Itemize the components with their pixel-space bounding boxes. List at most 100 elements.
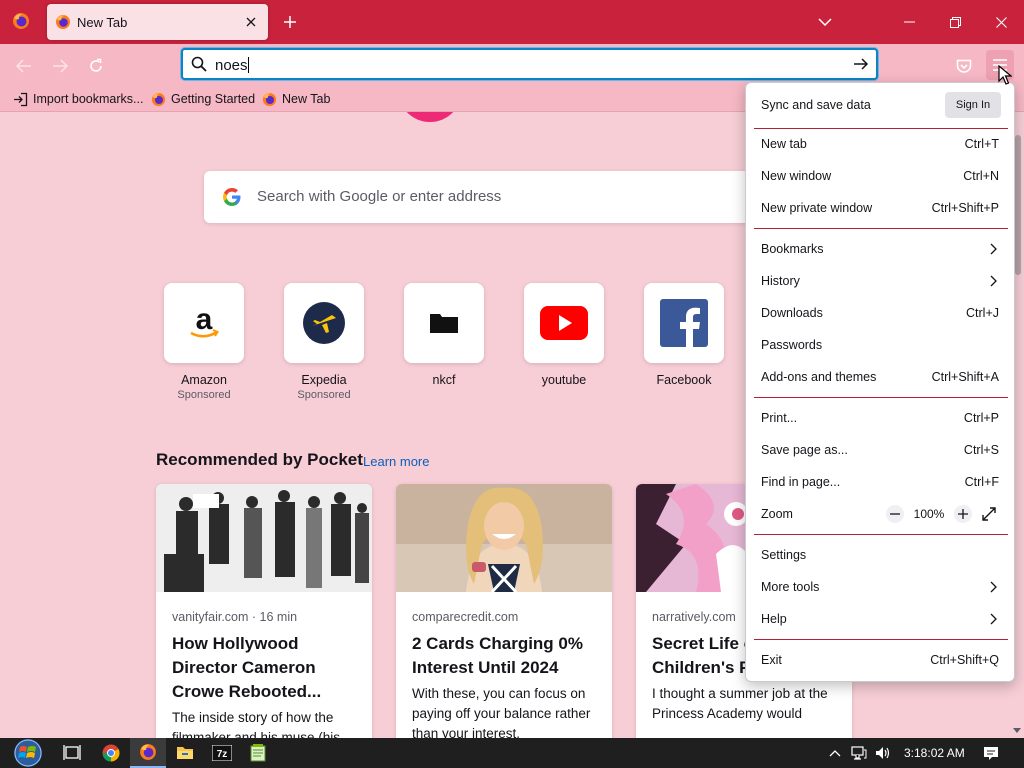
show-hidden-icons-button[interactable]	[827, 745, 843, 761]
pocket-button[interactable]	[952, 54, 976, 78]
menu-item-bookmarks[interactable]: Bookmarks	[746, 233, 1014, 265]
top-site-name: nkcf	[432, 373, 456, 387]
top-site-icon-box: a	[164, 283, 244, 363]
fullscreen-button[interactable]	[979, 504, 999, 524]
arrow-left-icon	[16, 59, 31, 73]
top-site-icon-box	[644, 283, 724, 363]
menu-item-label: Add-ons and themes	[761, 370, 877, 384]
taskbar-clock[interactable]: 3:18:02 AM	[904, 746, 965, 760]
search-placeholder: Search with Google or enter address	[257, 188, 502, 205]
volume-tray-button[interactable]	[875, 745, 891, 761]
forward-button[interactable]	[46, 52, 74, 80]
firefox-icon[interactable]	[12, 12, 30, 30]
pocket-card[interactable]: comparecredit.com 2 Cards Charging 0% In…	[396, 484, 612, 738]
top-site-youtube[interactable]: youtube	[524, 283, 604, 387]
address-bar[interactable]: noes	[181, 48, 878, 80]
top-site-name: Expedia	[301, 373, 347, 387]
article-image	[396, 484, 612, 594]
article-title: 2 Cards Charging 0% Interest Until 2024	[412, 634, 583, 677]
pocket-card[interactable]: vanityfair.com · 16 min How Hollywood Di…	[156, 484, 372, 738]
expedia-icon	[303, 302, 345, 344]
firefox-icon	[56, 15, 70, 29]
menu-item-shortcut: Ctrl+T	[964, 137, 999, 151]
close-window-button[interactable]	[978, 0, 1024, 44]
bookmark-getting-started[interactable]: Getting Started	[151, 90, 255, 108]
tab-new-tab[interactable]: New Tab	[47, 4, 268, 40]
menu-item-history[interactable]: History	[746, 265, 1014, 297]
taskbar-firefox[interactable]	[130, 738, 166, 768]
top-site-icon-box	[404, 283, 484, 363]
top-site-facebook[interactable]: Facebook	[644, 283, 724, 387]
address-input[interactable]: noes	[215, 57, 249, 74]
menu-item-shortcut: Ctrl+J	[966, 306, 999, 320]
menu-item-label: Exit	[761, 653, 782, 667]
newtab-search-box[interactable]: Search with Google or enter address	[204, 171, 764, 223]
menu-item-settings[interactable]: Settings	[746, 539, 1014, 571]
taskbar-chrome[interactable]	[93, 738, 129, 768]
menu-item-print[interactable]: Print... Ctrl+P	[746, 402, 1014, 434]
bookmark-import[interactable]: Import bookmarks...	[13, 90, 143, 108]
zoom-out-button[interactable]	[886, 505, 904, 523]
chevron-up-icon	[829, 749, 841, 756]
svg-text:7z: 7z	[217, 749, 228, 760]
search-icon	[191, 56, 207, 72]
go-arrow-icon[interactable]	[852, 55, 870, 73]
scrollbar-thumb[interactable]	[1015, 135, 1021, 275]
learn-more-link[interactable]: Learn more	[363, 454, 429, 469]
menu-item-passwords[interactable]: Passwords	[746, 329, 1014, 361]
top-site-name: Facebook	[656, 373, 712, 387]
restore-button[interactable]	[932, 0, 978, 44]
menu-item-label: History	[761, 274, 800, 288]
menu-item-help[interactable]: Help	[746, 603, 1014, 635]
article-excerpt: I thought a summer job at the Princess A…	[652, 686, 828, 721]
taskbar-7zip[interactable]: 7z	[204, 738, 240, 768]
menu-item-save-page[interactable]: Save page as... Ctrl+S	[746, 434, 1014, 466]
bookmark-new-tab[interactable]: New Tab	[262, 90, 330, 108]
zoom-level[interactable]: 100%	[904, 507, 954, 521]
windows-taskbar: 7z 3:18:02 AM	[0, 738, 1024, 768]
menu-item-new-window[interactable]: New window Ctrl+N	[746, 160, 1014, 192]
new-tab-button[interactable]	[279, 11, 301, 33]
menu-item-more-tools[interactable]: More tools	[746, 571, 1014, 603]
network-icon	[851, 746, 867, 760]
menu-item-new-tab[interactable]: New tab Ctrl+T	[746, 128, 1014, 160]
pocket-heading: Recommended by Pocket	[156, 450, 363, 469]
scroll-down-button[interactable]	[1011, 724, 1023, 736]
reload-button[interactable]	[82, 52, 110, 80]
taskbar-notepad[interactable]	[240, 738, 276, 768]
back-button[interactable]	[10, 52, 38, 80]
arrow-right-icon	[53, 59, 68, 73]
sign-in-button[interactable]: Sign In	[945, 92, 1001, 118]
menu-item-find-in-page[interactable]: Find in page... Ctrl+F	[746, 466, 1014, 498]
file-explorer-icon	[177, 747, 193, 759]
chevron-down-icon	[1013, 727, 1021, 733]
bookmark-label: Getting Started	[171, 92, 256, 106]
import-icon	[14, 92, 28, 106]
menu-item-exit[interactable]: Exit Ctrl+Shift+Q	[746, 644, 1014, 676]
article-source: vanityfair.com · 16 min	[172, 610, 298, 624]
minimize-button[interactable]	[886, 0, 932, 44]
taskbar-file-explorer[interactable]	[167, 738, 203, 768]
menu-item-new-private-window[interactable]: New private window Ctrl+Shift+P	[746, 192, 1014, 224]
menu-item-label: New private window	[761, 201, 873, 215]
menu-item-shortcut: Ctrl+S	[963, 443, 999, 457]
article-excerpt: The inside story of how the filmmaker an…	[172, 710, 341, 738]
start-button[interactable]	[8, 738, 48, 768]
menu-item-shortcut: Ctrl+Shift+A	[931, 370, 999, 384]
menu-item-label: Find in page...	[761, 475, 841, 489]
facebook-icon	[660, 299, 708, 347]
top-site-amazon[interactable]: a Amazon Sponsored	[164, 283, 244, 401]
chevron-right-icon	[990, 581, 997, 593]
plus-icon	[284, 16, 296, 28]
list-all-tabs-button[interactable]	[814, 12, 836, 32]
zoom-in-button[interactable]	[954, 505, 972, 523]
network-tray-button[interactable]	[851, 745, 867, 761]
close-tab-icon[interactable]	[242, 13, 260, 31]
task-view-button[interactable]	[54, 738, 90, 768]
action-center-button[interactable]	[983, 745, 999, 761]
menu-item-downloads[interactable]: Downloads Ctrl+J	[746, 297, 1014, 329]
top-site-expedia[interactable]: Expedia Sponsored	[284, 283, 364, 401]
top-site-nkcf[interactable]: nkcf	[404, 283, 484, 387]
menu-item-addons-themes[interactable]: Add-ons and themes Ctrl+Shift+A	[746, 361, 1014, 393]
menu-item-shortcut: Ctrl+Shift+P	[931, 201, 999, 215]
